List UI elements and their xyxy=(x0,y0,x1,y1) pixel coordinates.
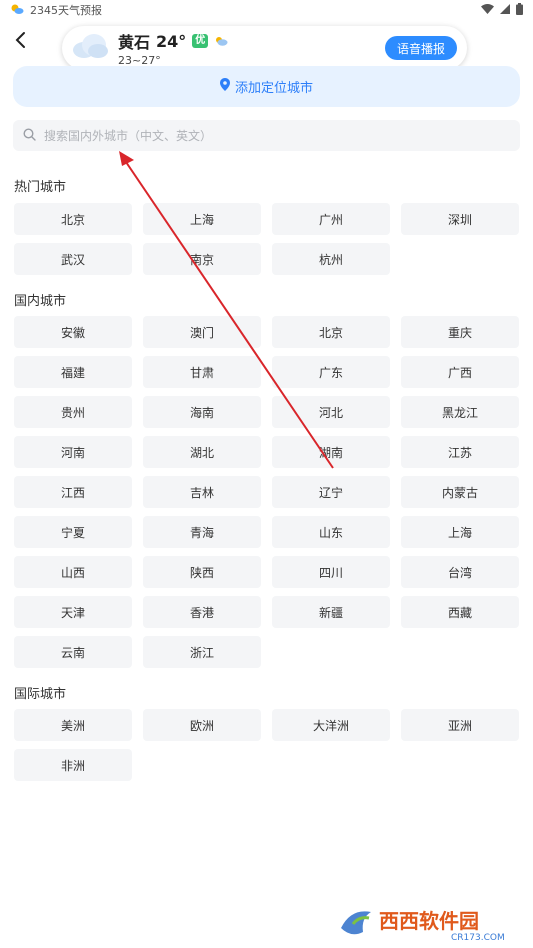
hot-cities-title: 热门城市 xyxy=(14,180,67,195)
domestic-city-button[interactable]: 山西 xyxy=(14,556,132,588)
domestic-cities-title: 国内城市 xyxy=(14,294,67,309)
wifi-icon xyxy=(481,3,494,17)
domestic-cities-grid: 安徽 澳门 北京 重庆福建 甘肃 广东 广西贵州 海南 河北 黑龙江河南 湖北 湖南 江苏江西 吉林 辽宁内… xyxy=(14,316,519,668)
aqi-badge: 优 xyxy=(192,34,209,48)
watermark-sub: CR173.COM xyxy=(451,933,505,943)
domestic-city-button[interactable]: 江西 xyxy=(14,476,132,508)
hot-city-button[interactable]: 深圳 xyxy=(401,203,519,235)
back-button[interactable] xyxy=(10,30,30,50)
status-bar: 2345天气预报 xyxy=(0,0,533,20)
international-city-button[interactable]: 非洲 xyxy=(14,749,132,781)
location-pin-icon xyxy=(219,78,230,95)
app-icon xyxy=(10,3,24,18)
domestic-city-button[interactable]: 重庆 xyxy=(401,316,519,348)
weather-condition-icon xyxy=(214,32,228,51)
add-location-label: 添加定位城市 xyxy=(234,81,313,96)
domestic-city-button[interactable]: 湖北 xyxy=(143,436,261,468)
domestic-city-button[interactable]: 辽宁 xyxy=(272,476,390,508)
watermark-text: 西西软件园 xyxy=(379,909,479,933)
domestic-city-button[interactable]: 四川 xyxy=(272,556,390,588)
hot-city-button[interactable]: 上海 xyxy=(143,203,261,235)
domestic-city-button[interactable]: 天津 xyxy=(14,596,132,628)
status-app-label: 2345天气预报 xyxy=(30,4,102,17)
domestic-city-button[interactable]: 澳门 xyxy=(143,316,261,348)
domestic-city-button[interactable]: 广西 xyxy=(401,356,519,388)
hot-cities-grid: 北京 上海 广州 深圳武汉 南京 杭州 xyxy=(14,203,519,275)
voice-broadcast-button[interactable]: 语音播报 xyxy=(384,36,457,60)
domestic-city-button[interactable]: 江苏 xyxy=(401,436,519,468)
domestic-city-button[interactable]: 湖南 xyxy=(272,436,390,468)
search-icon xyxy=(23,126,36,145)
hot-city-button[interactable]: 武汉 xyxy=(14,243,132,275)
weather-info: 黄石 24° 优 23~27° xyxy=(70,29,228,67)
domestic-city-button[interactable]: 贵州 xyxy=(14,396,132,428)
hot-city-button[interactable]: 南京 xyxy=(143,243,261,275)
international-cities-grid: 美洲 欧洲 大洋洲 亚洲非洲 xyxy=(14,709,519,781)
watermark-logo: 西西软件园 CR173.COM xyxy=(341,909,505,943)
cloud-icon xyxy=(70,31,110,65)
domestic-city-button[interactable]: 宁夏 xyxy=(14,516,132,548)
domestic-city-button[interactable]: 内蒙古 xyxy=(401,476,519,508)
search-input[interactable] xyxy=(42,127,486,144)
status-left: 2345天气预报 xyxy=(10,2,102,18)
domestic-city-button[interactable]: 吉林 xyxy=(143,476,261,508)
international-city-button[interactable]: 欧洲 xyxy=(143,709,261,741)
domestic-city-button[interactable]: 陕西 xyxy=(143,556,261,588)
weather-temp: 24° xyxy=(156,31,187,51)
domestic-city-button[interactable]: 安徽 xyxy=(14,316,132,348)
domestic-city-button[interactable]: 山东 xyxy=(272,516,390,548)
domestic-city-button[interactable]: 河北 xyxy=(272,396,390,428)
watermark: 西西软件园 CR173.COM xyxy=(331,898,531,944)
weather-city: 黄石 xyxy=(118,33,151,52)
domestic-city-button[interactable]: 香港 xyxy=(143,596,261,628)
chevron-left-icon xyxy=(15,32,25,48)
city-picker-screen: 2345天气预报 黄石 24° 优 23~27° 语音播报 添加定位城市 搜索国… xyxy=(0,0,533,948)
search-box[interactable] xyxy=(13,120,520,151)
domestic-city-button[interactable]: 青海 xyxy=(143,516,261,548)
domestic-city-button[interactable]: 云南 xyxy=(14,636,132,668)
domestic-city-button[interactable]: 海南 xyxy=(143,396,261,428)
domestic-city-button[interactable]: 新疆 xyxy=(272,596,390,628)
weather-card: 黄石 24° 优 23~27° 语音播报 xyxy=(62,26,467,70)
weather-text: 黄石 24° 优 23~27° xyxy=(118,29,228,67)
domestic-city-button[interactable]: 台湾 xyxy=(401,556,519,588)
international-city-button[interactable]: 大洋洲 xyxy=(272,709,390,741)
international-cities-title: 国际城市 xyxy=(14,687,67,702)
international-city-button[interactable]: 亚洲 xyxy=(401,709,519,741)
domestic-city-button[interactable]: 河南 xyxy=(14,436,132,468)
domestic-city-button[interactable]: 北京 xyxy=(272,316,390,348)
hot-city-button[interactable]: 广州 xyxy=(272,203,390,235)
hot-city-button[interactable]: 杭州 xyxy=(272,243,390,275)
domestic-city-button[interactable]: 浙江 xyxy=(143,636,261,668)
international-city-button[interactable]: 美洲 xyxy=(14,709,132,741)
domestic-city-button[interactable]: 福建 xyxy=(14,356,132,388)
domestic-city-button[interactable]: 西藏 xyxy=(401,596,519,628)
signal-icon xyxy=(500,3,510,17)
domestic-city-button[interactable]: 广东 xyxy=(272,356,390,388)
status-right xyxy=(481,2,523,18)
domestic-city-button[interactable]: 黑龙江 xyxy=(401,396,519,428)
domestic-city-button[interactable]: 甘肃 xyxy=(143,356,261,388)
add-location-city-button[interactable]: 添加定位城市 xyxy=(13,66,520,107)
domestic-city-button[interactable]: 上海 xyxy=(401,516,519,548)
hot-city-button[interactable]: 北京 xyxy=(14,203,132,235)
battery-icon xyxy=(516,2,523,18)
weather-title-line: 黄石 24° 优 xyxy=(118,29,228,53)
